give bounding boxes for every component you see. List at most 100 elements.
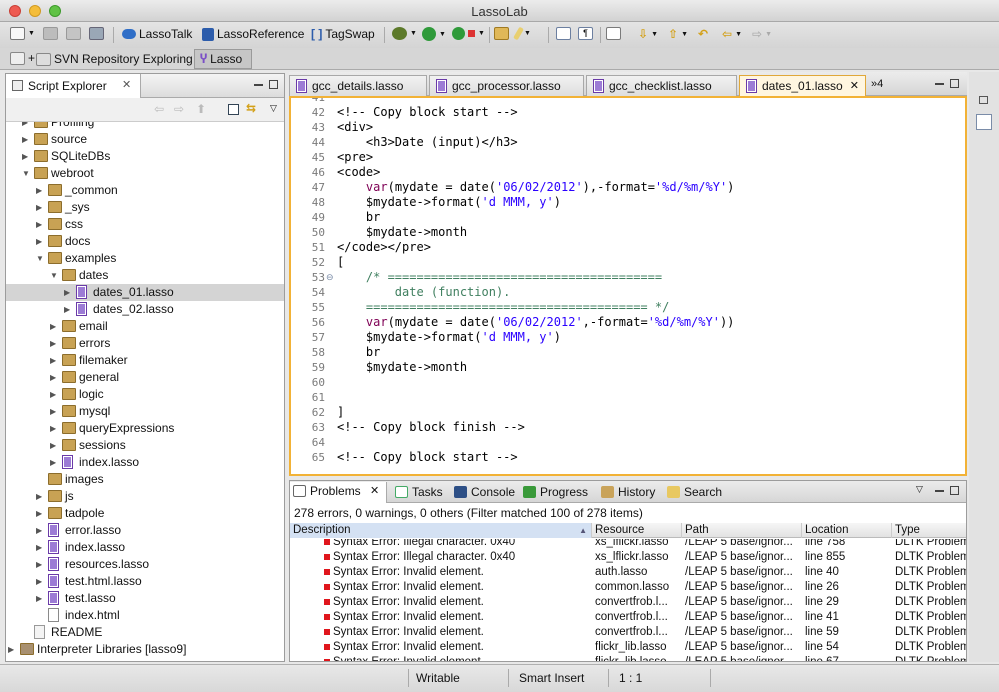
- collapsed-arrow-icon[interactable]: ▶: [50, 420, 56, 437]
- tab-console[interactable]: Console: [451, 483, 515, 503]
- external-tools-icon[interactable]: ▼: [452, 27, 485, 40]
- column-type[interactable]: Type: [892, 523, 966, 538]
- restore-icon[interactable]: [979, 96, 988, 104]
- tree-item[interactable]: ▶ test.html.lasso: [6, 573, 284, 590]
- forward-icon[interactable]: ⇨ ▼: [752, 27, 772, 41]
- code-editor[interactable]: 41 42 43 44 45 46 47 48 49 50 51 52 53 54 55 56 57 58 59 60…: [289, 96, 967, 476]
- collapsed-arrow-icon[interactable]: ▶: [36, 539, 42, 556]
- code-line[interactable]: <div>: [337, 120, 373, 134]
- code-line[interactable]: $mydate->month: [337, 225, 467, 239]
- code-line[interactable]: ]: [337, 405, 344, 419]
- code-line[interactable]: ======================================= …: [337, 300, 669, 314]
- problem-row[interactable]: Syntax Error: Illegal character. 0x40 xs_…: [290, 550, 966, 565]
- tree-item[interactable]: ▶ email: [6, 318, 284, 335]
- code-line[interactable]: <!-- Copy block start -->: [337, 105, 518, 119]
- open-folder-icon[interactable]: [494, 27, 509, 40]
- tree-item[interactable]: ▼ dates: [6, 267, 284, 284]
- save-icon[interactable]: [43, 27, 58, 40]
- collapsed-arrow-icon[interactable]: ▶: [22, 131, 28, 148]
- tree-item[interactable]: ▶ errors: [6, 335, 284, 352]
- perspective-svn[interactable]: SVN Repository Exploring: [36, 52, 193, 66]
- view-menu-icon[interactable]: ▽: [270, 103, 277, 114]
- collapsed-arrow-icon[interactable]: ▶: [50, 403, 56, 420]
- tree-item[interactable]: ▶ js: [6, 488, 284, 505]
- tree-item[interactable]: ▶ _common: [6, 182, 284, 199]
- tab-script-explorer[interactable]: Script Explorer ✕: [6, 74, 141, 98]
- problem-row[interactable]: Syntax Error: Invalid element. flickr_lib…: [290, 640, 966, 655]
- code-line[interactable]: $mydate->format('d MMM, y'): [337, 330, 561, 344]
- lassoreference-button[interactable]: LassoReference: [202, 27, 304, 41]
- minimize-editor-icon[interactable]: [935, 83, 944, 85]
- code-line[interactable]: date (function).: [337, 285, 511, 299]
- problem-row[interactable]: Syntax Error: Invalid element. auth.lasso…: [290, 565, 966, 580]
- format-icon[interactable]: [606, 27, 621, 40]
- collapsed-arrow-icon[interactable]: ▶: [50, 352, 56, 369]
- tree-item[interactable]: ▶ Profiling: [6, 122, 284, 131]
- tree-item[interactable]: index.html: [6, 607, 284, 624]
- tab-progress[interactable]: Progress: [520, 483, 588, 503]
- tree-item[interactable]: images: [6, 471, 284, 488]
- tree-item[interactable]: ▶ queryExpressions: [6, 420, 284, 437]
- expanded-arrow-icon[interactable]: ▼: [36, 250, 44, 267]
- problem-row[interactable]: Syntax Error: Illegal character. 0x40 xs_…: [290, 539, 966, 550]
- problem-row[interactable]: Syntax Error: Invalid element. convertfro…: [290, 625, 966, 640]
- tree-item[interactable]: ▶ dates_01.lasso: [6, 284, 284, 301]
- close-tab-icon[interactable]: ✕: [850, 76, 859, 96]
- column-resource[interactable]: Resource: [592, 523, 682, 538]
- minimize-view-icon[interactable]: [935, 490, 944, 492]
- back-icon[interactable]: ⇦ ▼: [722, 27, 742, 41]
- collapsed-arrow-icon[interactable]: ▶: [64, 301, 70, 318]
- perspective-lasso[interactable]: Ⴤ Lasso: [200, 52, 242, 66]
- tree-item[interactable]: ▶ tadpole: [6, 505, 284, 522]
- run-icon[interactable]: ▼: [422, 27, 446, 41]
- collapsed-arrow-icon[interactable]: ▶: [36, 233, 42, 250]
- collapsed-arrow-icon[interactable]: ▶: [36, 573, 42, 590]
- toggle-markers-icon[interactable]: [556, 27, 571, 40]
- problem-row[interactable]: Syntax Error: Invalid element. flickr_lib…: [290, 655, 966, 661]
- problem-row[interactable]: Syntax Error: Invalid element. convertfro…: [290, 595, 966, 610]
- tree-item[interactable]: ▼ examples: [6, 250, 284, 267]
- tree-item[interactable]: ▶ resources.lasso: [6, 556, 284, 573]
- collapsed-arrow-icon[interactable]: ▶: [36, 182, 42, 199]
- collapsed-arrow-icon[interactable]: ▶: [8, 641, 14, 658]
- code-line[interactable]: <!-- Copy block start -->: [337, 450, 518, 464]
- maximize-view-icon[interactable]: [269, 80, 278, 89]
- tab-history[interactable]: History: [598, 483, 655, 503]
- collapsed-arrow-icon[interactable]: ▶: [36, 556, 42, 573]
- code-line[interactable]: var(mydate = date('06/02/2012'),-format=…: [337, 180, 735, 194]
- collapsed-arrow-icon[interactable]: ▶: [36, 488, 42, 505]
- collapsed-arrow-icon[interactable]: ▶: [50, 369, 56, 386]
- collapsed-arrow-icon[interactable]: ▶: [36, 505, 42, 522]
- tree-item[interactable]: ▶ general: [6, 369, 284, 386]
- tab-gcc-details[interactable]: gcc_details.lasso: [289, 75, 427, 96]
- problem-row[interactable]: Syntax Error: Invalid element. convertfro…: [290, 610, 966, 625]
- tab-dates-01[interactable]: dates_01.lasso ✕: [739, 75, 866, 97]
- tree-item[interactable]: ▶ docs: [6, 233, 284, 250]
- expanded-arrow-icon[interactable]: ▼: [50, 267, 58, 284]
- tree-item[interactable]: ▶ Interpreter Libraries [lasso9]: [6, 641, 284, 658]
- up-nav-icon[interactable]: ⬆: [196, 102, 206, 116]
- save-all-icon[interactable]: [66, 27, 81, 40]
- maximize-view-icon[interactable]: [950, 486, 959, 495]
- column-location[interactable]: Location: [802, 523, 892, 538]
- column-path[interactable]: Path: [682, 523, 802, 538]
- open-perspective-icon[interactable]: +: [10, 51, 35, 65]
- tree-item[interactable]: ▶ index.lasso: [6, 539, 284, 556]
- tab-tasks[interactable]: Tasks: [392, 483, 443, 503]
- fold-toggle-icon[interactable]: ⊖: [326, 272, 334, 283]
- tree-item[interactable]: ▼ webroot: [6, 165, 284, 182]
- code-line[interactable]: br: [337, 210, 380, 224]
- collapsed-arrow-icon[interactable]: ▶: [36, 590, 42, 607]
- collapsed-arrow-icon[interactable]: ▶: [64, 284, 70, 301]
- code-line[interactable]: <!-- Copy block finish -->: [337, 420, 525, 434]
- code-line[interactable]: <h3>Date (input)</h3>: [337, 135, 518, 149]
- show-whitespace-icon[interactable]: ¶: [578, 27, 593, 40]
- maximize-editor-icon[interactable]: [950, 79, 959, 88]
- view-menu-icon[interactable]: ▽: [916, 484, 923, 495]
- code-line[interactable]: $mydate->format('d MMM, y'): [337, 195, 561, 209]
- link-editor-icon[interactable]: ⇆: [246, 101, 256, 115]
- tab-gcc-processor[interactable]: gcc_processor.lasso: [429, 75, 584, 96]
- tree-item[interactable]: ▶ dates_02.lasso: [6, 301, 284, 318]
- column-description[interactable]: Description ▲: [290, 523, 592, 538]
- tree-item[interactable]: ▶ SQLiteDBs: [6, 148, 284, 165]
